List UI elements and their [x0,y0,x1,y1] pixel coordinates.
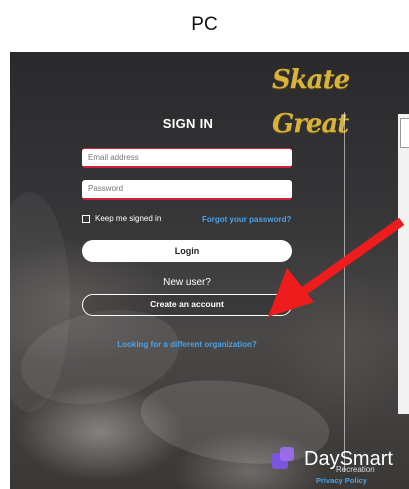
red-arrow-annotation [268,217,405,317]
arrow-shaft [297,217,405,298]
